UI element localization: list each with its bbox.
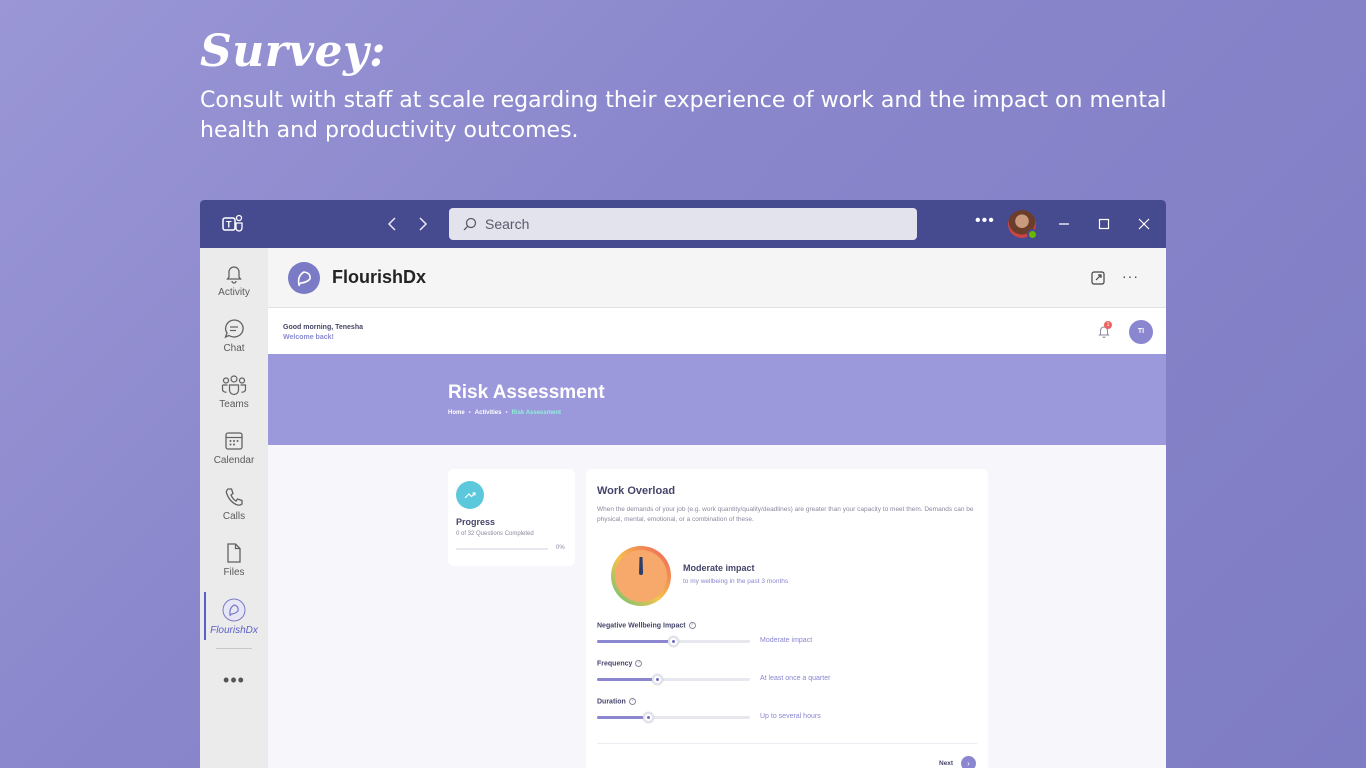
trending-up-icon: [456, 481, 484, 509]
question-description: When the demands of your job (e.g. work …: [597, 506, 974, 523]
app-more-icon[interactable]: ···: [1122, 268, 1139, 284]
progress-title: Progress: [456, 517, 496, 527]
rail-label: Chat: [223, 343, 245, 354]
slider-handle[interactable]: [643, 712, 654, 723]
breadcrumb-home[interactable]: Home: [448, 410, 465, 416]
help-icon[interactable]: ?: [628, 698, 636, 705]
chat-icon: [224, 319, 244, 339]
rail-label: Teams: [219, 399, 249, 410]
minimize-icon[interactable]: [1054, 214, 1074, 234]
title-bar: T Search •••: [200, 200, 1166, 248]
page-banner: Risk Assessment Home • Activities • Risk Ass…: [268, 354, 1166, 445]
breadcrumb-current: Risk Assessment: [511, 410, 562, 416]
teams-window: T Search ••• Activity Chat Teams Calenda…: [200, 200, 1166, 768]
progress-subtitle: 0 of 32 Questions Completed: [456, 531, 534, 537]
more-options-icon[interactable]: •••: [975, 212, 995, 230]
slider-label-text: Frequency: [597, 660, 633, 668]
search-placeholder: Search: [485, 216, 530, 232]
greeting-bar: Good morning, Tenesha Welcome back! 1 TI: [268, 308, 1166, 354]
app-rail: Activity Chat Teams Calendar Calls Files…: [200, 248, 268, 768]
more-apps-icon[interactable]: •••: [200, 670, 268, 691]
notification-badge: 1: [1104, 321, 1112, 329]
slider-handle[interactable]: [668, 636, 679, 647]
slider-label-frequency: Frequency?: [597, 660, 643, 668]
teams-logo-icon[interactable]: T: [222, 214, 244, 234]
slider-label-impact: Negative Wellbeing Impact?: [597, 622, 696, 629]
calendar-icon: [225, 432, 243, 450]
flourishdx-icon: [222, 598, 246, 622]
app-content: Good morning, Tenesha Welcome back! 1 TI…: [268, 308, 1166, 768]
app-header: FlourishDx ···: [268, 248, 1166, 308]
slider-label-duration: Duration?: [597, 698, 636, 705]
impact-title: Moderate impact: [683, 563, 755, 573]
rail-item-calendar[interactable]: Calendar: [204, 426, 264, 478]
rail-label: Activity: [218, 287, 250, 298]
phone-icon: [225, 488, 243, 506]
slider-value: At least once a quarter: [760, 675, 831, 682]
bell-icon: [226, 266, 242, 284]
app-name: FlourishDx: [332, 267, 427, 287]
breadcrumb-activities[interactable]: Activities: [475, 410, 502, 416]
rail-label: FlourishDx: [210, 625, 258, 636]
search-icon: [463, 217, 477, 231]
progress-bar: [456, 548, 548, 550]
rail-item-flourishdx[interactable]: FlourishDx: [204, 594, 264, 646]
popout-icon[interactable]: [1090, 270, 1106, 286]
impact-slider[interactable]: [597, 636, 750, 647]
rail-label: Calendar: [213, 455, 255, 466]
slider-value: Moderate impact: [760, 637, 813, 644]
slider-label-text: Negative Wellbeing Impact: [597, 622, 686, 630]
rail-item-teams[interactable]: Teams: [204, 370, 264, 422]
close-icon[interactable]: [1134, 214, 1154, 234]
card-divider: [597, 743, 977, 744]
rail-item-files[interactable]: Files: [204, 538, 264, 590]
greeting-line: Good morning, Tenesha: [283, 324, 363, 331]
file-icon: [227, 543, 241, 563]
hero-subtitle: Consult with staff at scale regarding th…: [200, 88, 1167, 143]
rail-item-chat[interactable]: Chat: [204, 314, 264, 366]
presence-available-icon: [1027, 229, 1038, 240]
svg-text:T: T: [226, 220, 232, 230]
search-input[interactable]: Search: [449, 208, 917, 240]
duration-slider[interactable]: [597, 712, 750, 723]
user-initials-avatar[interactable]: TI: [1129, 320, 1153, 344]
frequency-slider[interactable]: [597, 674, 750, 685]
breadcrumb: Home • Activities • Risk Assessment: [448, 410, 562, 416]
page-title: Risk Assessment: [448, 382, 605, 403]
next-button[interactable]: ›: [961, 756, 976, 768]
slider-handle[interactable]: [652, 674, 663, 685]
work-overload-card: Work Overload When the demands of your j…: [586, 469, 988, 768]
slider-label-text: Duration: [597, 698, 626, 706]
flourishdx-logo-icon: [288, 262, 320, 294]
rail-divider: [216, 648, 252, 649]
question-title: Work Overload: [597, 485, 676, 497]
impact-subtitle: to my wellbeing in the past 3 months: [683, 578, 789, 585]
progress-percent: 0%: [556, 545, 565, 551]
progress-card: Progress 0 of 32 Questions Completed 0%: [448, 469, 575, 566]
maximize-icon[interactable]: [1094, 214, 1114, 234]
slider-fill: [597, 640, 674, 643]
rail-item-calls[interactable]: Calls: [204, 482, 264, 534]
slider-value: Up to several hours: [760, 713, 821, 720]
forward-arrow-icon[interactable]: [412, 214, 432, 234]
impact-gauge-icon: [611, 546, 671, 606]
rail-label: Files: [223, 567, 245, 578]
slider-fill: [597, 678, 658, 681]
next-label[interactable]: Next: [939, 760, 953, 767]
rail-label: Calls: [222, 511, 246, 522]
hero-title: Survey:: [200, 26, 386, 77]
rail-item-activity[interactable]: Activity: [204, 258, 264, 310]
welcome-line: Welcome back!: [283, 334, 334, 341]
help-icon[interactable]: ?: [688, 622, 696, 629]
user-avatar[interactable]: [1008, 210, 1038, 240]
back-arrow-icon[interactable]: [383, 214, 403, 234]
help-icon[interactable]: ?: [635, 660, 643, 667]
slider-fill: [597, 716, 649, 719]
teams-icon: [221, 375, 247, 396]
